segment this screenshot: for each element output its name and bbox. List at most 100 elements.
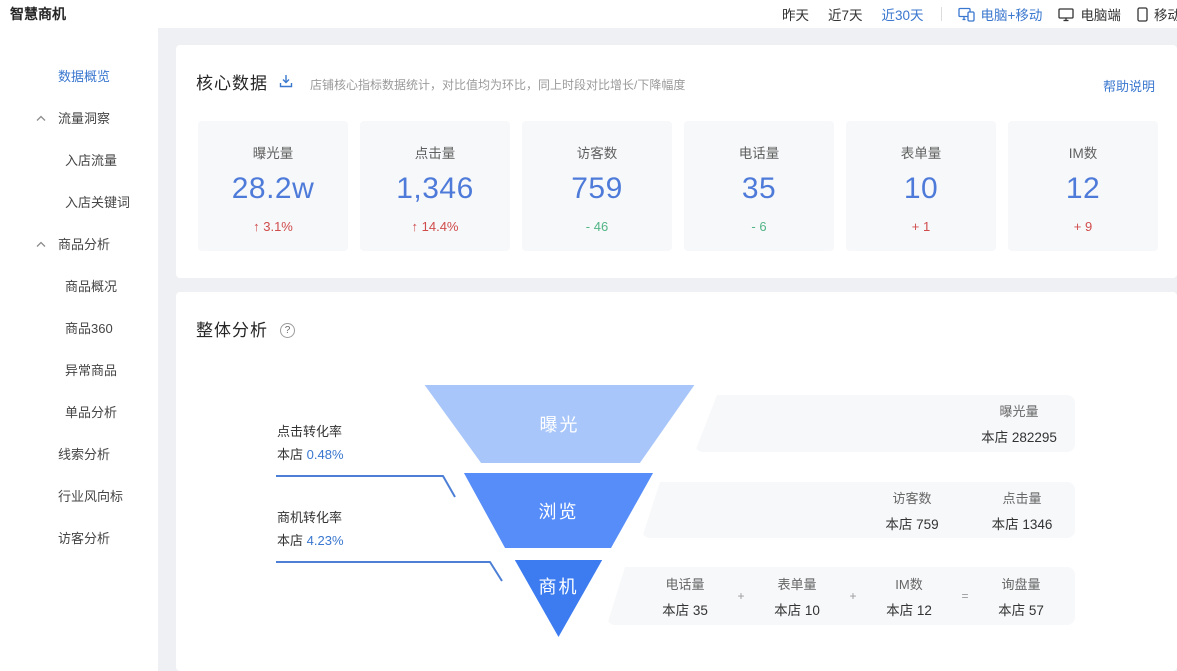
dashboard-root: 智慧商机 昨天 近7天 近30天 电脑+移动 电脑端 [0, 0, 1177, 671]
sidebar-item-abnormal-products[interactable]: 异常商品 [0, 350, 158, 392]
panel-metric-exposure: 曝光量 本店 282295 [973, 401, 1065, 446]
metric-card-exposure: 曝光量 28.2w ↑ 3.1% [198, 121, 348, 251]
sidebar-item-label: 访客分析 [58, 518, 110, 560]
sidebar-item-product-360[interactable]: 商品360 [0, 308, 158, 350]
mobile-icon [1137, 7, 1148, 22]
panel-metric-value-line: 本店 282295 [973, 426, 1065, 446]
topbar-filters: 昨天 近7天 近30天 电脑+移动 电脑端 移动 [782, 0, 1177, 28]
funnel-stage-browse: 浏览 [462, 473, 655, 548]
panel-metric-value-line: 本店 57 [981, 599, 1061, 619]
up-arrow-icon: ↑ [253, 219, 260, 234]
core-data-title: 核心数据 [196, 69, 268, 94]
plus-operator: + [725, 589, 757, 603]
store-label: 本店 [277, 533, 303, 548]
sidebar-item-label: 异常商品 [65, 350, 117, 392]
funnel-panel-browse: 访客数 本店 759 点击量 本店 1346 [642, 482, 1075, 538]
sidebar-item-label: 商品概况 [65, 266, 117, 308]
panel-metric-inquiries: 询盘量 本店 57 [981, 574, 1061, 619]
sidebar-item-single-product[interactable]: 单品分析 [0, 392, 158, 434]
metric-value: 12 [1008, 172, 1158, 206]
funnel-stage-label: 浏览 [539, 498, 579, 524]
metric-value: 35 [684, 172, 834, 206]
sidebar-item-label: 行业风向标 [58, 476, 123, 518]
overall-analysis-title: 整体分析 [196, 316, 268, 341]
help-link[interactable]: 帮助说明 [1103, 76, 1155, 95]
sidebar-item-lead-analysis[interactable]: 线索分析 [0, 434, 158, 476]
sidebar-item-product-analysis[interactable]: 商品分析 [0, 224, 158, 266]
sidebar-item-store-traffic[interactable]: 入店流量 [0, 140, 158, 182]
panel-metric-value-line: 本店 10 [757, 599, 837, 619]
core-data-panel: 核心数据 店铺核心指标数据统计，对比值均为环比，同上时段对比增长/下降幅度 帮助… [176, 45, 1177, 278]
chevron-up-icon [36, 241, 46, 248]
sidebar-item-label: 入店关键词 [65, 182, 130, 224]
sidebar-item-label: 单品分析 [65, 392, 117, 434]
topbar: 智慧商机 昨天 近7天 近30天 电脑+移动 电脑端 [0, 0, 1177, 28]
sidebar-item-store-keywords[interactable]: 入店关键词 [0, 182, 158, 224]
store-label: 本店 [277, 447, 303, 462]
sidebar-item-visitor-analysis[interactable]: 访客分析 [0, 518, 158, 560]
metric-label: 表单量 [846, 142, 996, 162]
panel-metric-clicks: 点击量 本店 1346 [977, 488, 1067, 533]
panel-metric-value-line: 本店 12 [869, 599, 949, 619]
opportunity-conversion-label: 商机转化率 本店 4.23% [277, 506, 344, 552]
click-conversion-label: 点击转化率 本店 0.48% [277, 420, 344, 466]
metric-cards: 曝光量 28.2w ↑ 3.1% 点击量 1,346 ↑ 14.4% 访客数 7… [198, 121, 1158, 251]
store-label: 本店 [998, 603, 1025, 618]
sidebar-item-label: 商品分析 [58, 224, 110, 266]
panel-metric-im: IM数 本店 12 [869, 574, 949, 619]
device-filter-mobile[interactable]: 移动端 [1137, 4, 1177, 24]
device-filter-label: 电脑端 [1080, 4, 1121, 24]
conversion-name: 商机转化率 [277, 506, 344, 529]
sidebar: 数据概览 流量洞察 入店流量 入店关键词 商品分析 商品概况 商品360 异常商… [0, 28, 158, 671]
sidebar-item-data-overview[interactable]: 数据概览 [0, 56, 158, 98]
panel-metric-value-line: 本店 35 [645, 599, 725, 619]
metric-change-text: + 1 [912, 219, 930, 234]
plus-operator: + [837, 589, 869, 603]
device-filter-label: 移动端 [1154, 4, 1177, 24]
time-filter-7days[interactable]: 近7天 [828, 4, 863, 24]
store-label: 本店 [774, 603, 801, 618]
download-icon[interactable] [278, 73, 294, 89]
sidebar-menu: 数据概览 流量洞察 入店流量 入店关键词 商品分析 商品概况 商品360 异常商… [0, 56, 158, 560]
conversion-value: 0.48% [307, 447, 344, 462]
funnel-panel-opportunity: 电话量 本店 35 + 表单量 本店 10 + IM数 本店 12 = 询盘量 … [607, 567, 1075, 625]
funnel-panel-exposure: 曝光量 本店 282295 [695, 395, 1075, 452]
panel-metric-label: 访客数 [867, 488, 957, 507]
device-filter-pc[interactable]: 电脑端 [1058, 4, 1121, 24]
panel-metric-value: 10 [805, 603, 820, 618]
metric-card-phone: 电话量 35 - 6 [684, 121, 834, 251]
metric-change: + 1 [846, 219, 996, 234]
store-label: 本店 [992, 517, 1019, 532]
sidebar-item-industry-trend[interactable]: 行业风向标 [0, 476, 158, 518]
sidebar-item-label: 流量洞察 [58, 98, 110, 140]
panel-metric-forms: 表单量 本店 10 [757, 574, 837, 619]
sidebar-item-label: 数据概览 [58, 56, 110, 98]
panel-metric-value: 57 [1029, 603, 1044, 618]
metric-label: 曝光量 [198, 142, 348, 162]
metric-value: 759 [522, 172, 672, 206]
panel-metric-label: 电话量 [645, 574, 725, 593]
metric-change: ↑ 3.1% [198, 219, 348, 234]
funnel-stage-label: 曝光 [540, 411, 580, 437]
store-label: 本店 [981, 430, 1008, 445]
time-filter-yesterday[interactable]: 昨天 [782, 4, 809, 24]
device-filter-pc-mobile[interactable]: 电脑+移动 [958, 4, 1043, 24]
app-title: 智慧商机 [10, 0, 66, 28]
conversion-value-line: 本店 4.23% [277, 529, 344, 552]
metric-change-text: - 46 [586, 219, 608, 234]
metric-label: 访客数 [522, 142, 672, 162]
metric-label: 点击量 [360, 142, 510, 162]
pc-icon [1058, 7, 1074, 22]
panel-metric-label: 表单量 [757, 574, 837, 593]
sidebar-item-product-overview[interactable]: 商品概况 [0, 266, 158, 308]
question-icon[interactable]: ? [280, 323, 295, 338]
store-label: 本店 [885, 517, 912, 532]
panel-metric-value-line: 本店 759 [867, 513, 957, 533]
question-glyph: ? [285, 325, 291, 336]
sidebar-item-traffic-insight[interactable]: 流量洞察 [0, 98, 158, 140]
metric-change: - 46 [522, 219, 672, 234]
panel-metric-label: IM数 [869, 574, 949, 593]
time-filter-30days[interactable]: 近30天 [882, 4, 924, 24]
sidebar-item-label: 商品360 [65, 308, 113, 350]
metric-value: 28.2w [198, 172, 348, 206]
